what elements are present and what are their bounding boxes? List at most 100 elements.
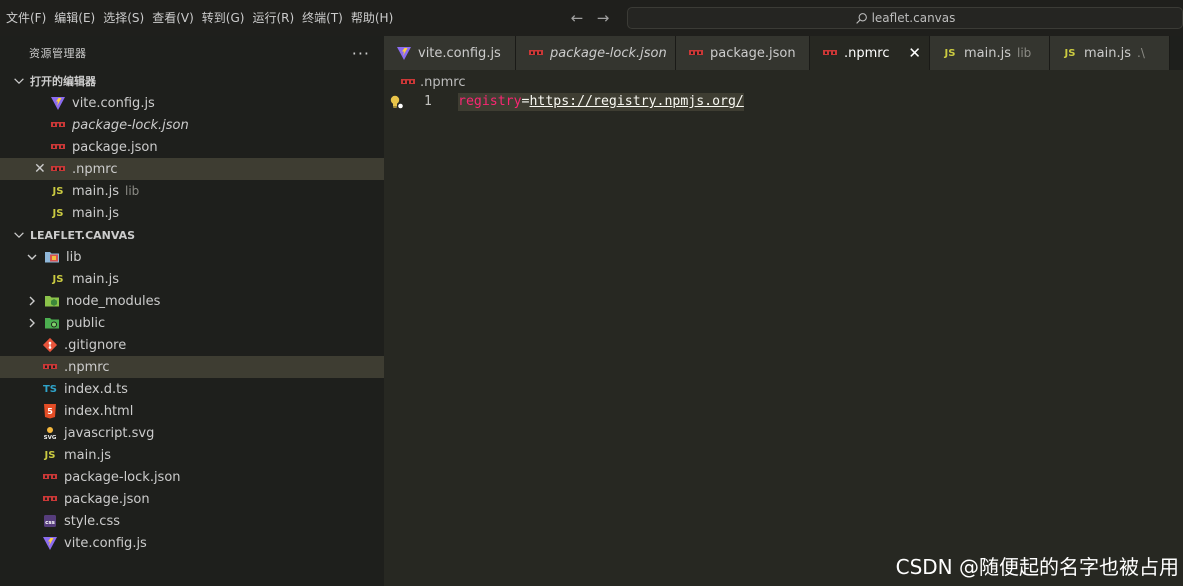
chevron-right-icon[interactable] [24, 293, 40, 309]
folder-node-icon [44, 293, 60, 309]
tab-label: main.js [1084, 45, 1131, 61]
file-label: javascript.svg [64, 425, 155, 441]
lightbulb-icon[interactable] [388, 94, 404, 110]
code-line[interactable]: registry=https://registry.npmjs.org/ [458, 93, 744, 111]
open-editors-list: vite.config.js package-lock.json package.j… [0, 92, 384, 224]
npm-icon [400, 74, 416, 90]
js-icon: JS [52, 207, 64, 219]
file-label: index.html [64, 403, 134, 419]
file-label: lib [66, 249, 82, 265]
file-label: public [66, 315, 106, 331]
close-icon[interactable]: ✕ [908, 45, 921, 61]
tab-label: package-lock.json [550, 45, 667, 61]
git-icon [42, 337, 58, 353]
folder-public-icon [44, 315, 60, 331]
explorer-header: 资源管理器 ··· [0, 36, 384, 70]
editor-tab[interactable]: JS main.js .\ [1050, 36, 1170, 70]
open-editor-item[interactable]: package-lock.json [0, 114, 384, 136]
menu-item[interactable]: 查看(V) [148, 0, 198, 36]
file-label: package-lock.json [64, 469, 181, 485]
folder-item[interactable]: node_modules [0, 290, 384, 312]
more-actions-icon[interactable]: ··· [352, 44, 370, 63]
npm-icon [528, 45, 544, 61]
menu-item[interactable]: 转到(G) [198, 0, 249, 36]
npm-icon [822, 45, 838, 61]
svg-icon: SVG [42, 425, 58, 441]
editor-tab[interactable]: .npmrc ✕ [810, 36, 930, 70]
open-editor-item[interactable]: ✕ .npmrc [0, 158, 384, 180]
menu-item[interactable]: 选择(S) [99, 0, 148, 36]
file-item[interactable]: .gitignore [0, 334, 384, 356]
file-item[interactable]: css style.css [0, 510, 384, 532]
npm-icon [42, 491, 58, 507]
editor-tab[interactable]: package-lock.json [516, 36, 676, 70]
command-center[interactable]: leaflet.canvas [627, 7, 1183, 29]
npm-icon [42, 469, 58, 485]
explorer-title: 资源管理器 [29, 47, 87, 60]
menu-item[interactable]: 编辑(E) [50, 0, 99, 36]
file-item[interactable]: JS main.js [0, 268, 384, 290]
file-label: main.js [72, 271, 119, 287]
open-editor-item[interactable]: package.json [0, 136, 384, 158]
npm-icon [50, 139, 66, 155]
folder-item[interactable]: public [0, 312, 384, 334]
vite-icon [50, 95, 66, 111]
menu-item[interactable]: 文件(F) [2, 0, 50, 36]
chevron-down-icon [14, 232, 24, 239]
menu-item[interactable]: 运行(R) [248, 0, 298, 36]
file-label: node_modules [66, 293, 161, 309]
file-description: lib [125, 184, 140, 198]
tab-label: .npmrc [844, 45, 890, 61]
folder-item[interactable]: lib [0, 246, 384, 268]
file-label: main.js [72, 205, 119, 221]
file-label: main.js [72, 183, 119, 199]
file-item[interactable]: package.json [0, 488, 384, 510]
forward-arrow-icon[interactable]: → [594, 8, 612, 28]
chevron-right-icon[interactable] [24, 315, 40, 331]
explorer-sidebar: 资源管理器 ··· 打开的编辑器 vite.config.js package-l… [0, 36, 384, 586]
file-item[interactable]: TS index.d.ts [0, 378, 384, 400]
code-view[interactable]: 1 registry=https://registry.npmjs.org/ [384, 93, 1183, 118]
file-label: style.css [64, 513, 120, 529]
file-item[interactable]: 5 index.html [0, 400, 384, 422]
npm-icon [688, 45, 704, 61]
command-center-text: leaflet.canvas [871, 11, 956, 25]
tab-label: package.json [710, 45, 796, 61]
svg-text:css: css [45, 520, 56, 526]
file-label: package.json [64, 491, 150, 507]
vite-icon [396, 45, 412, 61]
menu-bar: 文件(F) 编辑(E) 选择(S) 查看(V) 转到(G) 运行(R) 终端(T) 帮助(H) [0, 0, 397, 36]
open-editor-item[interactable]: JS main.js [0, 202, 384, 224]
file-item[interactable]: SVG javascript.svg [0, 422, 384, 444]
file-item[interactable]: .npmrc [0, 356, 384, 378]
file-item[interactable]: JS main.js [0, 444, 384, 466]
js-icon: JS [944, 47, 956, 59]
editor-tab[interactable]: package.json [676, 36, 810, 70]
open-editor-item[interactable]: vite.config.js [0, 92, 384, 114]
npm-icon [50, 117, 66, 133]
tab-description: .\ [1137, 46, 1145, 60]
file-item[interactable]: package-lock.json [0, 466, 384, 488]
chevron-down-icon[interactable] [24, 249, 40, 265]
js-icon: JS [52, 273, 64, 285]
code-value[interactable]: https://registry.npmjs.org/ [529, 94, 743, 109]
open-editors-title: 打开的编辑器 [30, 75, 96, 88]
file-label: vite.config.js [64, 535, 147, 551]
watermark: CSDN @随便起的名字也被占用 [895, 555, 1179, 579]
editor-tab[interactable]: vite.config.js [384, 36, 516, 70]
js-icon: JS [1064, 47, 1076, 59]
ts-icon: TS [42, 383, 58, 395]
file-item[interactable]: vite.config.js [0, 532, 384, 554]
open-editors-header[interactable]: 打开的编辑器 [0, 70, 384, 92]
npm-icon [42, 359, 58, 375]
editor-area: vite.config.js package-lock.json package.j… [384, 36, 1183, 586]
editor-tab[interactable]: JS main.js lib [930, 36, 1050, 70]
breadcrumb[interactable]: .npmrc [384, 70, 1183, 94]
file-label: .gitignore [64, 337, 127, 353]
menu-item[interactable]: 帮助(H) [347, 0, 397, 36]
open-editor-item[interactable]: JS main.js lib [0, 180, 384, 202]
menu-item[interactable]: 终端(T) [298, 0, 347, 36]
workspace-header[interactable]: LEAFLET.CANVAS [0, 224, 384, 246]
back-arrow-icon[interactable]: ← [568, 8, 586, 28]
close-icon[interactable]: ✕ [34, 162, 48, 176]
